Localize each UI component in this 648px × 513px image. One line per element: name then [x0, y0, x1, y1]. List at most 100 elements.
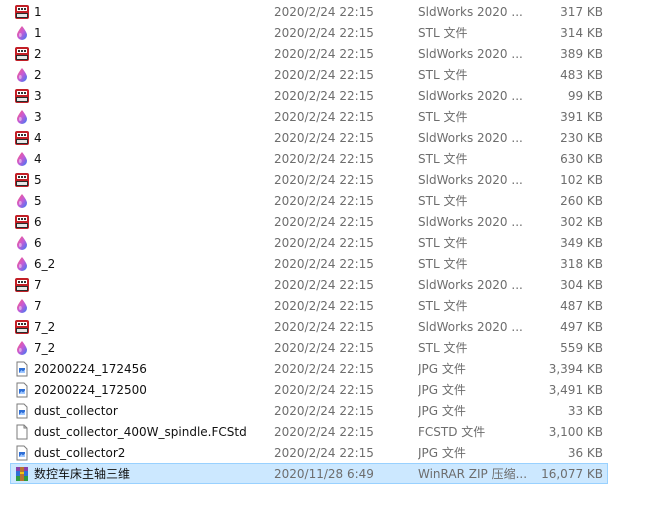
file-date-modified: 2020/2/24 22:15	[274, 404, 374, 418]
file-date-modified: 2020/2/24 22:15	[274, 89, 374, 103]
file-name: dust_collector2	[34, 446, 126, 460]
file-row[interactable]: 3 2020/2/24 22:15 SldWorks 2020 ... 99 KB	[10, 85, 608, 106]
file-type: JPG 文件	[418, 383, 466, 397]
stl-icon	[14, 256, 30, 272]
file-type: SldWorks 2020 ...	[418, 173, 523, 187]
file-size: 260 KB	[560, 194, 603, 208]
file-name: 6	[34, 236, 42, 250]
stl-icon	[14, 151, 30, 167]
file-size: 349 KB	[560, 236, 603, 250]
file-row[interactable]: 4 2020/2/24 22:15 SldWorks 2020 ... 230 KB	[10, 127, 608, 148]
file-size: 497 KB	[560, 320, 603, 334]
file-type: STL 文件	[418, 341, 468, 355]
file-row[interactable]: 7_2 2020/2/24 22:15 STL 文件 559 KB	[10, 337, 608, 358]
file-type: STL 文件	[418, 110, 468, 124]
file-date-modified: 2020/2/24 22:15	[274, 194, 374, 208]
file-type: STL 文件	[418, 152, 468, 166]
file-date-modified: 2020/2/24 22:15	[274, 68, 374, 82]
solidworks-icon	[14, 172, 30, 188]
file-type: STL 文件	[418, 299, 468, 313]
stl-icon	[14, 193, 30, 209]
stl-icon	[14, 298, 30, 314]
file-size: 391 KB	[560, 110, 603, 124]
file-row[interactable]: 数控车床主轴三维 2020/11/28 6:49 WinRAR ZIP 压缩... 1…	[10, 463, 608, 484]
file-name: 7_2	[34, 341, 56, 355]
solidworks-icon	[14, 88, 30, 104]
file-row[interactable]: 2 2020/2/24 22:15 STL 文件 483 KB	[10, 64, 608, 85]
file-name: 20200224_172500	[34, 383, 147, 397]
file-type: STL 文件	[418, 194, 468, 208]
file-name: 数控车床主轴三维	[34, 467, 131, 481]
file-date-modified: 2020/2/24 22:15	[274, 215, 374, 229]
file-type: SldWorks 2020 ...	[418, 320, 523, 334]
file-row[interactable]: 4 2020/2/24 22:15 STL 文件 630 KB	[10, 148, 608, 169]
file-list: 1 2020/2/24 22:15 SldWorks 2020 ... 317 KB …	[0, 0, 648, 513]
image-file-icon	[14, 445, 30, 461]
file-size: 230 KB	[560, 131, 603, 145]
file-row[interactable]: 6 2020/2/24 22:15 SldWorks 2020 ... 302 KB	[10, 211, 608, 232]
file-date-modified: 2020/2/24 22:15	[274, 362, 374, 376]
file-row[interactable]: 1 2020/2/24 22:15 STL 文件 314 KB	[10, 22, 608, 43]
file-type: STL 文件	[418, 26, 468, 40]
file-row[interactable]: 6 2020/2/24 22:15 STL 文件 349 KB	[10, 232, 608, 253]
file-date-modified: 2020/2/24 22:15	[274, 152, 374, 166]
file-date-modified: 2020/2/24 22:15	[274, 131, 374, 145]
file-type: SldWorks 2020 ...	[418, 47, 523, 61]
file-size: 3,394 KB	[548, 362, 603, 376]
solidworks-icon	[14, 130, 30, 146]
file-size: 302 KB	[560, 215, 603, 229]
file-date-modified: 2020/2/24 22:15	[274, 383, 374, 397]
file-row[interactable]: 7 2020/2/24 22:15 SldWorks 2020 ... 304 KB	[10, 274, 608, 295]
file-size: 314 KB	[560, 26, 603, 40]
file-date-modified: 2020/2/24 22:15	[274, 299, 374, 313]
file-row[interactable]: 5 2020/2/24 22:15 SldWorks 2020 ... 102 KB	[10, 169, 608, 190]
file-name: 7	[34, 278, 42, 292]
file-row[interactable]: dust_collector 2020/2/24 22:15 JPG 文件 33 KB	[10, 400, 608, 421]
file-date-modified: 2020/2/24 22:15	[274, 446, 374, 460]
file-date-modified: 2020/2/24 22:15	[274, 341, 374, 355]
file-size: 33 KB	[567, 404, 603, 418]
image-file-icon	[14, 361, 30, 377]
file-row[interactable]: dust_collector_400W_spindle.FCStd 2020/2/…	[10, 421, 608, 442]
file-date-modified: 2020/2/24 22:15	[274, 47, 374, 61]
file-row[interactable]: 6_2 2020/2/24 22:15 STL 文件 318 KB	[10, 253, 608, 274]
file-type: SldWorks 2020 ...	[418, 278, 523, 292]
file-date-modified: 2020/2/24 22:15	[274, 26, 374, 40]
file-name: 7_2	[34, 320, 56, 334]
file-row[interactable]: 5 2020/2/24 22:15 STL 文件 260 KB	[10, 190, 608, 211]
file-name: dust_collector	[34, 404, 118, 418]
file-date-modified: 2020/2/24 22:15	[274, 257, 374, 271]
file-type: SldWorks 2020 ...	[418, 215, 523, 229]
file-row[interactable]: 20200224_172456 2020/2/24 22:15 JPG 文件 3,39…	[10, 358, 608, 379]
file-type: SldWorks 2020 ...	[418, 131, 523, 145]
file-date-modified: 2020/2/24 22:15	[274, 320, 374, 334]
file-size: 102 KB	[560, 173, 603, 187]
file-row[interactable]: 3 2020/2/24 22:15 STL 文件 391 KB	[10, 106, 608, 127]
file-date-modified: 2020/2/24 22:15	[274, 173, 374, 187]
stl-icon	[14, 340, 30, 356]
file-row[interactable]: 20200224_172500 2020/2/24 22:15 JPG 文件 3,49…	[10, 379, 608, 400]
file-size: 389 KB	[560, 47, 603, 61]
file-name: 7	[34, 299, 42, 313]
blank-file-icon	[14, 424, 30, 440]
file-date-modified: 2020/2/24 22:15	[274, 236, 374, 250]
file-row[interactable]: 7 2020/2/24 22:15 STL 文件 487 KB	[10, 295, 608, 316]
file-type: JPG 文件	[418, 404, 466, 418]
file-name: 1	[34, 26, 42, 40]
file-type: STL 文件	[418, 257, 468, 271]
file-type: STL 文件	[418, 68, 468, 82]
file-row[interactable]: 1 2020/2/24 22:15 SldWorks 2020 ... 317 KB	[10, 1, 608, 22]
solidworks-icon	[14, 319, 30, 335]
file-name: 1	[34, 5, 42, 19]
file-type: SldWorks 2020 ...	[418, 5, 523, 19]
file-name: 6	[34, 215, 42, 229]
file-row[interactable]: dust_collector2 2020/2/24 22:15 JPG 文件 36 K…	[10, 442, 608, 463]
file-size: 487 KB	[560, 299, 603, 313]
file-name: 4	[34, 131, 42, 145]
file-name: 5	[34, 173, 42, 187]
winrar-archive-icon	[14, 466, 30, 482]
file-name: 5	[34, 194, 42, 208]
file-row[interactable]: 2 2020/2/24 22:15 SldWorks 2020 ... 389 KB	[10, 43, 608, 64]
file-row[interactable]: 7_2 2020/2/24 22:15 SldWorks 2020 ... 497 K…	[10, 316, 608, 337]
solidworks-icon	[14, 4, 30, 20]
